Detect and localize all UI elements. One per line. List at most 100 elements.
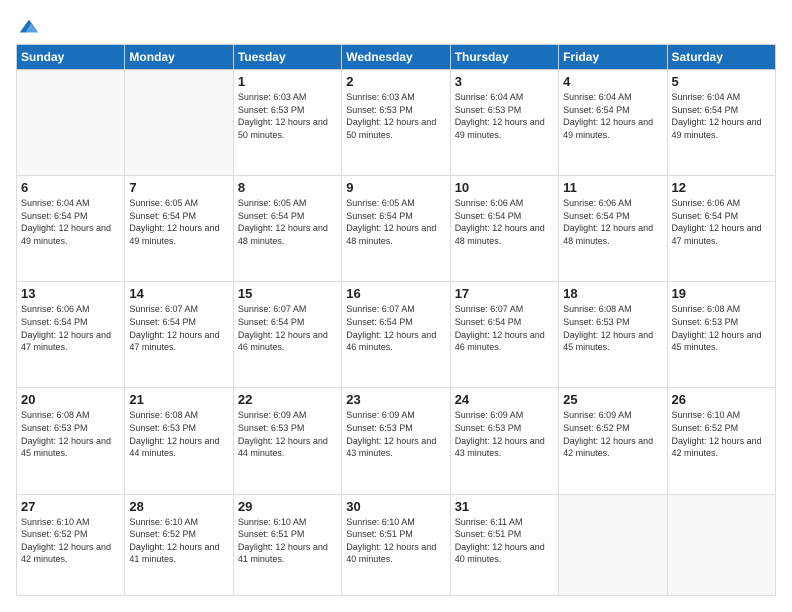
- calendar-cell: 7 Sunrise: 6:05 AM Sunset: 6:54 PM Daylig…: [125, 176, 233, 282]
- calendar-cell: 14 Sunrise: 6:07 AM Sunset: 6:54 PM Dayli…: [125, 282, 233, 388]
- calendar-cell: 5 Sunrise: 6:04 AM Sunset: 6:54 PM Daylig…: [667, 70, 775, 176]
- logo: [16, 16, 40, 34]
- day-number: 16: [346, 286, 445, 301]
- day-info: Sunrise: 6:04 AM Sunset: 6:53 PM Dayligh…: [455, 91, 554, 141]
- calendar-cell: [559, 494, 667, 595]
- day-number: 15: [238, 286, 337, 301]
- day-number: 1: [238, 74, 337, 89]
- calendar-cell: 28 Sunrise: 6:10 AM Sunset: 6:52 PM Dayli…: [125, 494, 233, 595]
- day-info: Sunrise: 6:06 AM Sunset: 6:54 PM Dayligh…: [455, 197, 554, 247]
- day-number: 8: [238, 180, 337, 195]
- calendar-cell: 8 Sunrise: 6:05 AM Sunset: 6:54 PM Daylig…: [233, 176, 341, 282]
- weekday-header-tuesday: Tuesday: [233, 45, 341, 70]
- calendar-cell: 6 Sunrise: 6:04 AM Sunset: 6:54 PM Daylig…: [17, 176, 125, 282]
- calendar-cell: 4 Sunrise: 6:04 AM Sunset: 6:54 PM Daylig…: [559, 70, 667, 176]
- day-info: Sunrise: 6:09 AM Sunset: 6:53 PM Dayligh…: [238, 409, 337, 459]
- day-number: 6: [21, 180, 120, 195]
- calendar-cell: 18 Sunrise: 6:08 AM Sunset: 6:53 PM Dayli…: [559, 282, 667, 388]
- day-number: 11: [563, 180, 662, 195]
- calendar-cell: 10 Sunrise: 6:06 AM Sunset: 6:54 PM Dayli…: [450, 176, 558, 282]
- weekday-header-monday: Monday: [125, 45, 233, 70]
- calendar-cell: 22 Sunrise: 6:09 AM Sunset: 6:53 PM Dayli…: [233, 388, 341, 494]
- day-number: 3: [455, 74, 554, 89]
- calendar-cell: 29 Sunrise: 6:10 AM Sunset: 6:51 PM Dayli…: [233, 494, 341, 595]
- day-number: 25: [563, 392, 662, 407]
- calendar-cell: 15 Sunrise: 6:07 AM Sunset: 6:54 PM Dayli…: [233, 282, 341, 388]
- calendar-cell: 19Sunrise: 6:08 AM Sunset: 6:53 PM Dayli…: [667, 282, 775, 388]
- calendar-cell: 24 Sunrise: 6:09 AM Sunset: 6:53 PM Dayli…: [450, 388, 558, 494]
- calendar-cell: [17, 70, 125, 176]
- calendar-cell: 9Sunrise: 6:05 AM Sunset: 6:54 PM Daylig…: [342, 176, 450, 282]
- day-info: Sunrise: 6:09 AM Sunset: 6:53 PM Dayligh…: [346, 409, 445, 459]
- calendar-cell: 13Sunrise: 6:06 AM Sunset: 6:54 PM Dayli…: [17, 282, 125, 388]
- day-number: 30: [346, 499, 445, 514]
- weekday-header-sunday: Sunday: [17, 45, 125, 70]
- calendar-cell: [667, 494, 775, 595]
- day-number: 26: [672, 392, 771, 407]
- day-info: Sunrise: 6:04 AM Sunset: 6:54 PM Dayligh…: [672, 91, 771, 141]
- day-number: 4: [563, 74, 662, 89]
- day-info: Sunrise: 6:10 AM Sunset: 6:52 PM Dayligh…: [129, 516, 228, 566]
- calendar-cell: 1 Sunrise: 6:03 AM Sunset: 6:53 PM Daylig…: [233, 70, 341, 176]
- day-info: Sunrise: 6:05 AM Sunset: 6:54 PM Dayligh…: [346, 197, 445, 247]
- calendar-cell: 31Sunrise: 6:11 AM Sunset: 6:51 PM Dayli…: [450, 494, 558, 595]
- calendar-cell: 21 Sunrise: 6:08 AM Sunset: 6:53 PM Dayli…: [125, 388, 233, 494]
- day-info: Sunrise: 6:10 AM Sunset: 6:51 PM Dayligh…: [346, 516, 445, 566]
- day-number: 24: [455, 392, 554, 407]
- weekday-header-friday: Friday: [559, 45, 667, 70]
- day-number: 14: [129, 286, 228, 301]
- day-number: 27: [21, 499, 120, 514]
- calendar-cell: 23 Sunrise: 6:09 AM Sunset: 6:53 PM Dayli…: [342, 388, 450, 494]
- day-number: 12: [672, 180, 771, 195]
- calendar-table: SundayMondayTuesdayWednesdayThursdayFrid…: [16, 44, 776, 596]
- day-info: Sunrise: 6:06 AM Sunset: 6:54 PM Dayligh…: [21, 303, 120, 353]
- calendar-cell: 3 Sunrise: 6:04 AM Sunset: 6:53 PM Daylig…: [450, 70, 558, 176]
- day-info: Sunrise: 6:03 AM Sunset: 6:53 PM Dayligh…: [238, 91, 337, 141]
- day-info: Sunrise: 6:07 AM Sunset: 6:54 PM Dayligh…: [455, 303, 554, 353]
- day-info: Sunrise: 6:10 AM Sunset: 6:52 PM Dayligh…: [21, 516, 120, 566]
- day-info: Sunrise: 6:05 AM Sunset: 6:54 PM Dayligh…: [238, 197, 337, 247]
- calendar-cell: 16 Sunrise: 6:07 AM Sunset: 6:54 PM Dayli…: [342, 282, 450, 388]
- day-number: 5: [672, 74, 771, 89]
- day-number: 22: [238, 392, 337, 407]
- day-info: Sunrise: 6:07 AM Sunset: 6:54 PM Dayligh…: [238, 303, 337, 353]
- day-info: Sunrise: 6:04 AM Sunset: 6:54 PM Dayligh…: [563, 91, 662, 141]
- weekday-header-wednesday: Wednesday: [342, 45, 450, 70]
- day-info: Sunrise: 6:08 AM Sunset: 6:53 PM Dayligh…: [129, 409, 228, 459]
- day-info: Sunrise: 6:07 AM Sunset: 6:54 PM Dayligh…: [346, 303, 445, 353]
- day-number: 29: [238, 499, 337, 514]
- weekday-header-saturday: Saturday: [667, 45, 775, 70]
- day-info: Sunrise: 6:03 AM Sunset: 6:53 PM Dayligh…: [346, 91, 445, 141]
- day-number: 7: [129, 180, 228, 195]
- calendar-cell: [125, 70, 233, 176]
- day-number: 20: [21, 392, 120, 407]
- day-info: Sunrise: 6:08 AM Sunset: 6:53 PM Dayligh…: [563, 303, 662, 353]
- day-number: 19: [672, 286, 771, 301]
- day-info: Sunrise: 6:08 AM Sunset: 6:53 PM Dayligh…: [21, 409, 120, 459]
- calendar-cell: 26 Sunrise: 6:10 AM Sunset: 6:52 PM Dayli…: [667, 388, 775, 494]
- calendar-cell: 25 Sunrise: 6:09 AM Sunset: 6:52 PM Dayli…: [559, 388, 667, 494]
- page: SundayMondayTuesdayWednesdayThursdayFrid…: [0, 0, 792, 612]
- calendar-cell: 20 Sunrise: 6:08 AM Sunset: 6:53 PM Dayli…: [17, 388, 125, 494]
- logo-icon: [18, 16, 40, 38]
- day-info: Sunrise: 6:04 AM Sunset: 6:54 PM Dayligh…: [21, 197, 120, 247]
- day-number: 10: [455, 180, 554, 195]
- calendar-cell: 12 Sunrise: 6:06 AM Sunset: 6:54 PM Dayli…: [667, 176, 775, 282]
- day-info: Sunrise: 6:07 AM Sunset: 6:54 PM Dayligh…: [129, 303, 228, 353]
- day-info: Sunrise: 6:09 AM Sunset: 6:52 PM Dayligh…: [563, 409, 662, 459]
- day-info: Sunrise: 6:10 AM Sunset: 6:52 PM Dayligh…: [672, 409, 771, 459]
- calendar-cell: 27 Sunrise: 6:10 AM Sunset: 6:52 PM Dayli…: [17, 494, 125, 595]
- day-number: 21: [129, 392, 228, 407]
- day-number: 23: [346, 392, 445, 407]
- calendar-cell: 11Sunrise: 6:06 AM Sunset: 6:54 PM Dayli…: [559, 176, 667, 282]
- day-info: Sunrise: 6:05 AM Sunset: 6:54 PM Dayligh…: [129, 197, 228, 247]
- day-info: Sunrise: 6:06 AM Sunset: 6:54 PM Dayligh…: [672, 197, 771, 247]
- weekday-header-thursday: Thursday: [450, 45, 558, 70]
- day-info: Sunrise: 6:10 AM Sunset: 6:51 PM Dayligh…: [238, 516, 337, 566]
- day-info: Sunrise: 6:09 AM Sunset: 6:53 PM Dayligh…: [455, 409, 554, 459]
- day-info: Sunrise: 6:11 AM Sunset: 6:51 PM Dayligh…: [455, 516, 554, 566]
- header: [16, 16, 776, 34]
- day-number: 28: [129, 499, 228, 514]
- calendar-cell: 30 Sunrise: 6:10 AM Sunset: 6:51 PM Dayli…: [342, 494, 450, 595]
- day-number: 18: [563, 286, 662, 301]
